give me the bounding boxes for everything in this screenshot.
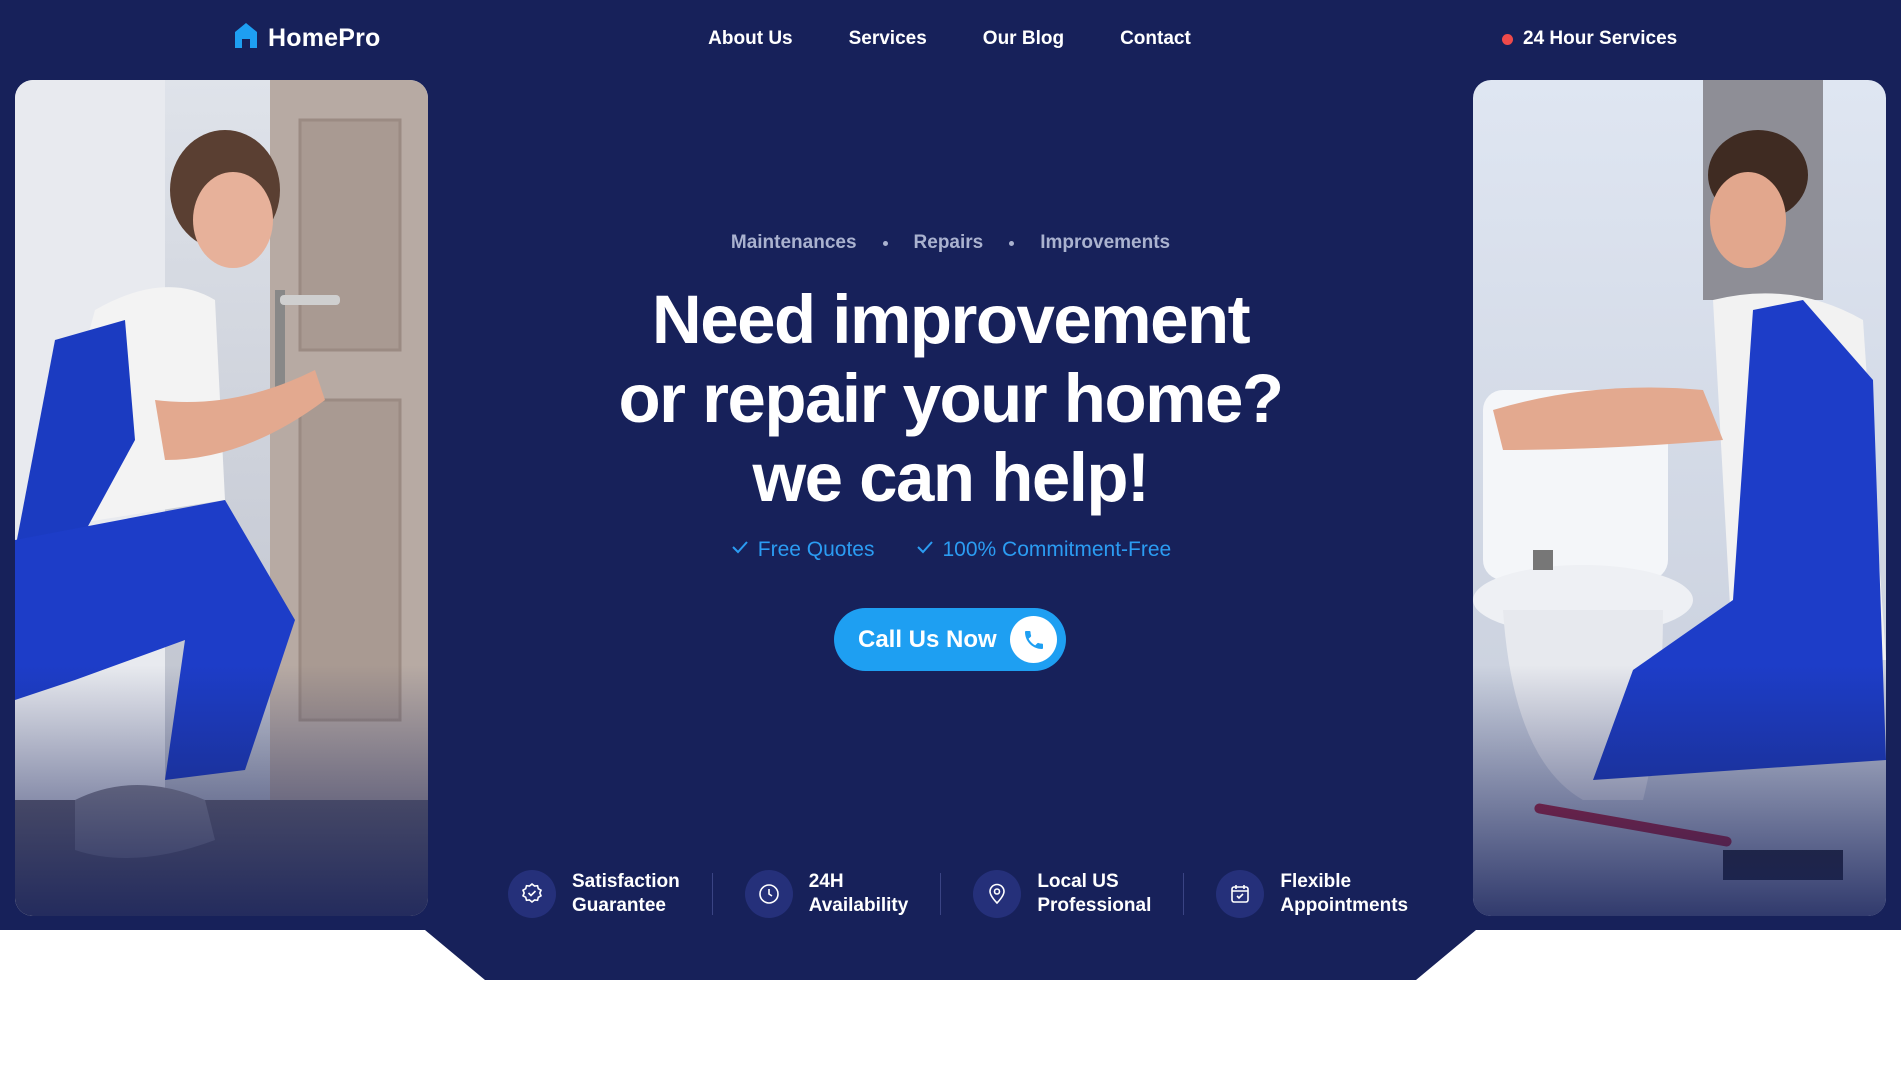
hours-label: 24 Hour Services <box>1523 28 1678 49</box>
benefit-checks: Free Quotes 100% Commitment-Free <box>0 537 1901 563</box>
nav-our-blog[interactable]: Our Blog <box>983 28 1064 50</box>
tag-repairs: Repairs <box>913 232 984 253</box>
cta-label: Call Us Now <box>858 625 997 653</box>
check-label: Free Quotes <box>757 538 875 561</box>
feature-divider <box>1183 873 1185 915</box>
hero-headline: Need improvement or repair your home? we… <box>0 280 1901 517</box>
feature-title: 24H <box>808 871 844 892</box>
feature-local-professional: Local US Professional <box>973 870 1151 918</box>
feature-title: Satisfaction <box>572 871 680 892</box>
location-pin-icon <box>973 870 1022 918</box>
hours-link[interactable]: 24 Hour Services <box>1502 28 1677 50</box>
clock-icon <box>744 870 793 918</box>
check-commitment-free: 100% Commitment-Free <box>915 537 1172 563</box>
service-tags: Maintenances Repairs Improvements <box>0 232 1901 254</box>
tag-improvements: Improvements <box>1040 232 1171 253</box>
headline-line-2: or repair your home? <box>618 360 1284 437</box>
nav-contact[interactable]: Contact <box>1120 28 1191 50</box>
checkmark-icon <box>915 537 935 563</box>
check-label: 100% Commitment-Free <box>942 538 1172 561</box>
feature-divider <box>940 873 942 915</box>
call-us-now-button[interactable]: Call Us Now <box>834 608 1066 671</box>
tag-separator <box>882 240 888 246</box>
feature-flexible-appointments: Flexible Appointments <box>1216 870 1408 918</box>
feature-title: Local US <box>1037 871 1119 892</box>
calendar-icon <box>1216 870 1265 918</box>
feature-satisfaction: Satisfaction Guarantee <box>508 870 680 918</box>
check-free-quotes: Free Quotes <box>730 537 875 563</box>
status-dot <box>1502 33 1513 45</box>
nav-services[interactable]: Services <box>849 28 927 50</box>
headline-line-1: Need improvement <box>651 281 1251 358</box>
headline-line-3: we can help! <box>752 439 1150 516</box>
feature-title: Flexible <box>1280 871 1352 892</box>
badge-check-icon <box>508 870 556 918</box>
tag-separator <box>1009 240 1015 246</box>
feature-availability: 24H Availability <box>744 870 909 918</box>
nav-about-us[interactable]: About Us <box>708 28 792 50</box>
feature-subtitle: Availability <box>808 895 909 916</box>
checkmark-icon <box>730 537 750 563</box>
feature-subtitle: Appointments <box>1280 895 1409 916</box>
tag-maintenances: Maintenances <box>730 232 857 253</box>
feature-divider <box>711 873 713 915</box>
feature-subtitle: Guarantee <box>572 895 666 916</box>
features-bar: Satisfaction Guarantee 24H Availability … <box>508 870 1408 918</box>
feature-subtitle: Professional <box>1037 895 1152 916</box>
phone-icon <box>1010 616 1057 663</box>
